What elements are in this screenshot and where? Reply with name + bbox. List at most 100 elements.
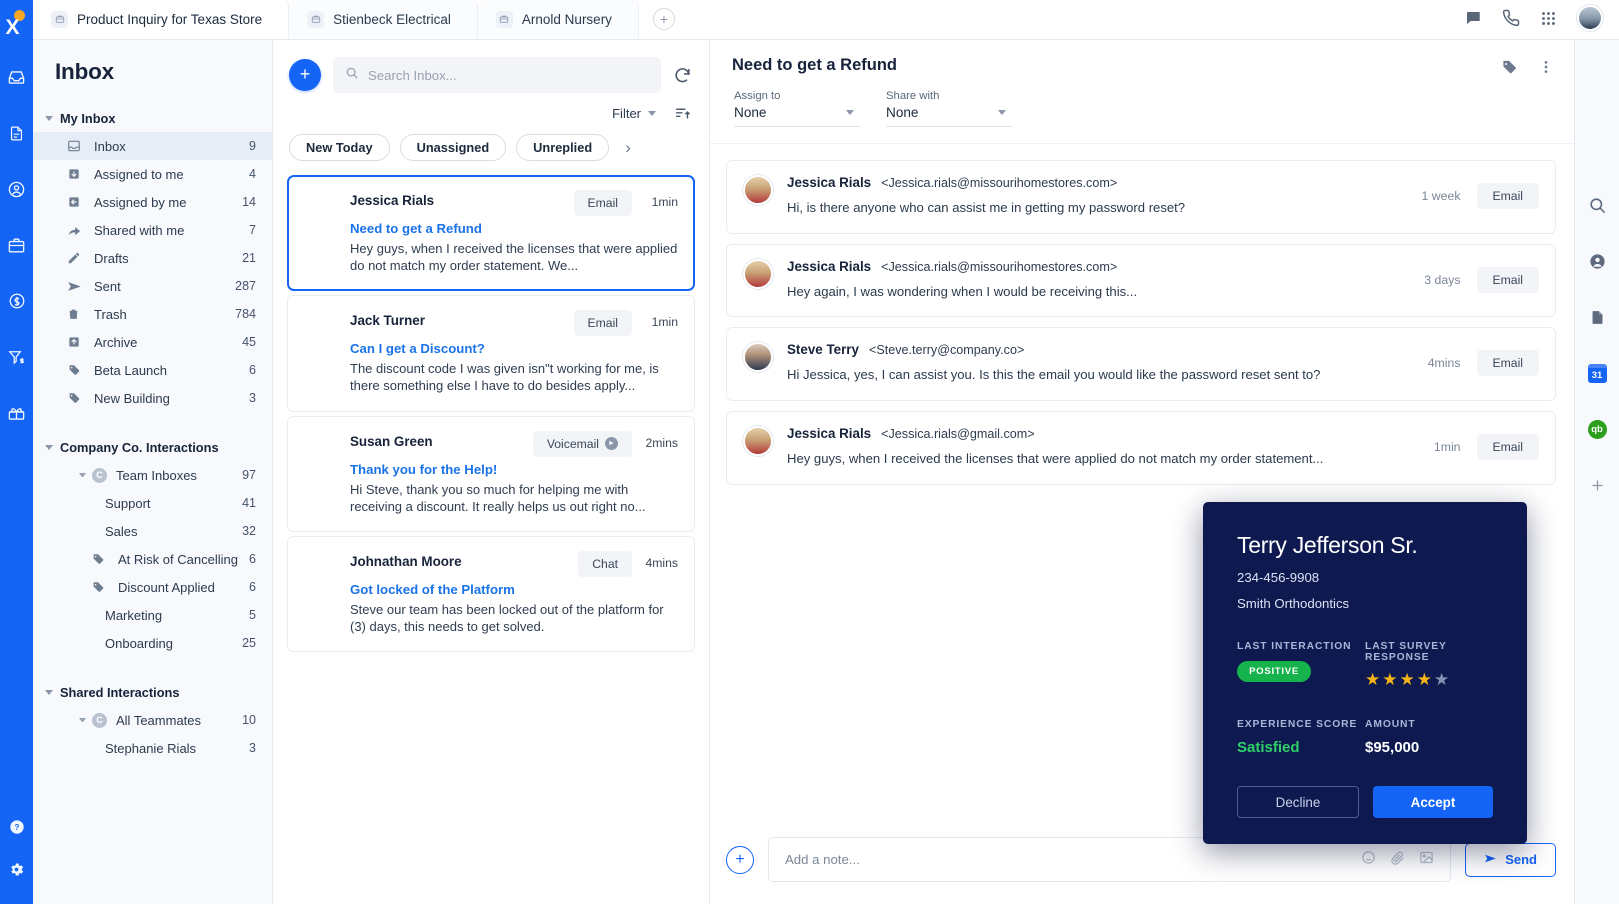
apps-grid-icon[interactable] bbox=[1540, 10, 1557, 27]
sidebar-item-label: Sent bbox=[94, 278, 121, 294]
list-item-top: Johnathan Moore Chat 4mins bbox=[350, 550, 678, 577]
search-input-wrapper[interactable] bbox=[333, 57, 661, 93]
more-vertical-icon[interactable] bbox=[1544, 58, 1548, 76]
message-header: Jessica Rials <Jessica.rials@gmail.com> bbox=[787, 426, 1410, 441]
emoji-icon[interactable] bbox=[1361, 850, 1376, 870]
list-item[interactable]: Jessica Rials Email 1min Need to get a R… bbox=[287, 175, 695, 292]
gear-icon[interactable] bbox=[2, 854, 32, 884]
document-icon[interactable] bbox=[1582, 302, 1612, 332]
sidebar-item-shared-with-me[interactable]: Shared with me 7 bbox=[33, 216, 272, 244]
decline-button[interactable]: Decline bbox=[1237, 786, 1359, 818]
sidebar-item-new-building[interactable]: New Building 3 bbox=[33, 384, 272, 412]
tag-icon[interactable] bbox=[1500, 58, 1518, 76]
message-item[interactable]: Jessica Rials <Jessica.rials@missourihom… bbox=[726, 243, 1556, 318]
accept-button[interactable]: Accept bbox=[1373, 786, 1493, 818]
tab-label: Product Inquiry for Texas Store bbox=[77, 11, 263, 27]
quickbooks-icon[interactable]: qb bbox=[1582, 414, 1612, 444]
sidebar-item-onboarding[interactable]: Onboarding 25 bbox=[33, 629, 272, 657]
trash-icon bbox=[67, 307, 85, 321]
dollar-circle-icon[interactable] bbox=[2, 286, 32, 316]
search-icon[interactable] bbox=[1582, 190, 1612, 220]
sidebar-item-count: 6 bbox=[249, 580, 256, 594]
sidebar-group-header-company[interactable]: Company Co. Interactions bbox=[33, 434, 272, 461]
plus-icon[interactable] bbox=[1582, 470, 1612, 500]
message-email: <Steve.terry@company.co> bbox=[868, 343, 1025, 358]
app-logo[interactable]: X bbox=[3, 10, 31, 40]
list-item-subject: Thank you for the Help! bbox=[350, 461, 498, 477]
funnel-dollar-icon[interactable] bbox=[2, 342, 32, 372]
assign-to-select[interactable]: Assign to None bbox=[734, 90, 860, 127]
send-button[interactable]: Send bbox=[1465, 842, 1556, 877]
sidebar-item-label: Inbox bbox=[94, 138, 126, 154]
sidebar-item-sales[interactable]: Sales 32 bbox=[33, 517, 272, 545]
message-item[interactable]: Jessica Rials <Jessica.rials@missourihom… bbox=[726, 160, 1556, 234]
share-with-select[interactable]: Share with None bbox=[886, 90, 1012, 127]
search-input[interactable] bbox=[368, 67, 649, 83]
tab-stienbeck-electrical[interactable]: Stienbeck Electrical bbox=[289, 0, 478, 39]
sidebar-group-header-my-inbox[interactable]: My Inbox bbox=[33, 105, 272, 132]
avatar[interactable] bbox=[1577, 5, 1603, 31]
sidebar-item-beta-launch[interactable]: Beta Launch 6 bbox=[33, 356, 272, 384]
sidebar-item-inbox[interactable]: Inbox 9 bbox=[33, 132, 272, 160]
help-icon[interactable]: ? bbox=[2, 812, 32, 842]
list-item[interactable]: Jack Turner Email 1min Can I get a Disco… bbox=[287, 295, 695, 412]
sidebar-item-support[interactable]: Support 41 bbox=[33, 489, 272, 517]
sidebar-item-all-teammates[interactable]: C All Teammates 10 bbox=[33, 706, 272, 734]
chevron-down-icon bbox=[998, 110, 1006, 115]
chip-unreplied[interactable]: Unreplied bbox=[516, 134, 610, 161]
message-body: Jessica Rials <Jessica.rials@gmail.com> … bbox=[787, 426, 1410, 468]
tab-arnold-nursery[interactable]: Arnold Nursery bbox=[477, 0, 639, 39]
sidebar-item-at-risk-of-cancelling[interactable]: At Risk of Cancelling 6 bbox=[33, 545, 272, 573]
message-email: <Jessica.rials@missourihomestores.com> bbox=[881, 259, 1118, 274]
contact-icon[interactable] bbox=[2, 174, 32, 204]
composer-add-button[interactable]: + bbox=[726, 845, 754, 874]
add-tab-button[interactable]: + bbox=[652, 8, 675, 30]
message-item[interactable]: Steve Terry <Steve.terry@company.co> Hi … bbox=[726, 327, 1556, 402]
phone-icon[interactable] bbox=[1502, 9, 1520, 27]
briefcase-icon[interactable] bbox=[2, 230, 32, 260]
sidebar-item-trash[interactable]: Trash 784 bbox=[33, 300, 272, 328]
list-item[interactable]: Susan Green Voicemail ► 2mins Thank you … bbox=[287, 415, 695, 532]
new-conversation-button[interactable]: + bbox=[289, 59, 321, 91]
sidebar-item-assigned-by-me[interactable]: Assigned by me 14 bbox=[33, 188, 272, 216]
play-icon[interactable]: ► bbox=[605, 437, 618, 451]
image-icon[interactable] bbox=[1419, 850, 1434, 870]
chat-icon[interactable] bbox=[1464, 9, 1482, 27]
chevron-down-icon bbox=[79, 473, 86, 477]
status-badge: POSITIVE bbox=[1237, 661, 1311, 682]
attachment-icon[interactable] bbox=[1390, 850, 1405, 870]
message-item[interactable]: Jessica Rials <Jessica.rials@gmail.com> … bbox=[726, 411, 1556, 485]
sidebar-item-archive[interactable]: Archive 45 bbox=[33, 328, 272, 356]
chip-new-today[interactable]: New Today bbox=[289, 134, 390, 161]
chip-unassigned[interactable]: Unassigned bbox=[399, 134, 507, 161]
amount-value: $95,000 bbox=[1365, 739, 1420, 756]
sidebar-group-header-shared[interactable]: Shared Interactions bbox=[33, 679, 272, 706]
inbox-icon[interactable] bbox=[2, 62, 32, 92]
sidebar-item-marketing[interactable]: Marketing 5 bbox=[33, 601, 272, 629]
sort-icon[interactable] bbox=[674, 105, 691, 122]
sidebar-item-stephanie-rials[interactable]: Stephanie Rials 3 bbox=[33, 734, 272, 762]
logo-letter: X bbox=[5, 16, 20, 39]
list-item-top: Jack Turner Email 1min bbox=[350, 310, 678, 337]
conversation-list-column: + Filter New Today bbox=[273, 0, 710, 904]
calendar-icon[interactable]: 31 bbox=[1582, 358, 1612, 388]
tab-product-inquiry[interactable]: Product Inquiry for Texas Store bbox=[33, 0, 290, 39]
sidebar-item-label: New Building bbox=[94, 390, 170, 406]
sidebar-item-drafts[interactable]: Drafts 21 bbox=[33, 244, 272, 272]
list-item[interactable]: Johnathan Moore Chat 4mins Got locked of… bbox=[287, 535, 695, 653]
sidebar-item-discount-applied[interactable]: Discount Applied 6 bbox=[33, 573, 272, 601]
filter-dropdown[interactable]: Filter bbox=[612, 106, 656, 121]
chevron-right-icon[interactable]: › bbox=[625, 138, 631, 158]
chevron-down-icon bbox=[45, 690, 53, 695]
sidebar-item-team-inboxes[interactable]: C Team Inboxes 97 bbox=[33, 461, 272, 489]
sidebar-item-label: Team Inboxes bbox=[116, 467, 197, 483]
contact-icon[interactable] bbox=[1582, 246, 1612, 276]
sidebar-item-count: 32 bbox=[242, 524, 256, 538]
refresh-icon[interactable] bbox=[673, 66, 693, 85]
document-icon[interactable] bbox=[2, 118, 32, 148]
sidebar-item-count: 3 bbox=[249, 391, 256, 405]
sidebar-item-assigned-to-me[interactable]: Assigned to me 4 bbox=[33, 160, 272, 188]
sidebar-item-sent[interactable]: Sent 287 bbox=[33, 272, 272, 300]
note-input[interactable] bbox=[785, 852, 1362, 867]
gift-icon[interactable] bbox=[2, 398, 32, 428]
